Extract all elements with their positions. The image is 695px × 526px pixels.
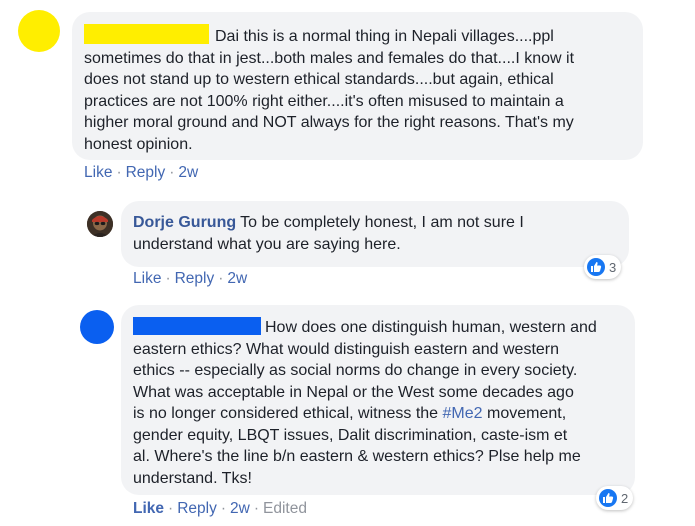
comment-bubble-3: How does one distinguish human, western … — [121, 305, 635, 495]
redacted-author-name[interactable] — [84, 24, 209, 44]
comment-1-line-4: practices are not 100% right either....i… — [84, 92, 564, 110]
comment-1-line-2: sometimes do that in jest...both males a… — [84, 49, 575, 67]
comment-2-actions: Like · Reply · 2w — [133, 270, 248, 287]
like-link[interactable]: Like — [133, 270, 161, 287]
comment-1-actions: Like · Reply · 2w — [84, 164, 199, 181]
comment-1-line-3: does not stand up to western ethical sta… — [84, 71, 554, 88]
comment-2-line-2: understand what you are saying here. — [133, 235, 401, 253]
avatar-redacted-blue[interactable] — [80, 310, 114, 344]
comment-bubble-1: Dai this is a normal thing in Nepali vil… — [72, 12, 643, 160]
comment-3-line-4: What was acceptable in Nepal or the West… — [133, 383, 574, 401]
comment-1-line-1: Dai this is a normal thing in Nepali vil… — [84, 24, 631, 48]
redacted-author-name[interactable] — [133, 317, 261, 335]
like-link[interactable]: Like — [84, 164, 112, 181]
comment-3-line-5: is no longer considered ethical, witness… — [133, 405, 567, 422]
comment-3-line-7: al. Where's the line b/n eastern & weste… — [133, 448, 581, 465]
comment-3-line-1: How does one distinguish human, western … — [133, 317, 623, 339]
like-icon — [587, 258, 605, 276]
profile-photo-icon — [87, 211, 113, 237]
edited-label[interactable]: Edited — [263, 500, 307, 517]
comment-1-line-6: honest opinion. — [84, 135, 193, 153]
like-link[interactable]: Like — [133, 500, 164, 517]
reaction-count: 3 — [609, 259, 617, 275]
reply-link[interactable]: Reply — [126, 164, 166, 181]
avatar-dorje-gurung[interactable] — [87, 211, 113, 237]
comment-1-line-5: higher moral ground and NOT always for t… — [84, 114, 574, 131]
reply-link[interactable]: Reply — [177, 500, 217, 517]
comment-3-line-8: understand. Tks! — [133, 469, 252, 487]
comment-2-line-1: Dorje Gurung To be completely honest, I a… — [133, 214, 524, 231]
timestamp-link[interactable]: 2w — [178, 164, 198, 181]
reply-link[interactable]: Reply — [175, 270, 215, 287]
timestamp-link[interactable]: 2w — [227, 270, 247, 287]
comment-3-actions: Like · Reply · 2w · Edited — [133, 500, 307, 517]
comment-bubble-2: Dorje Gurung To be completely honest, I a… — [121, 201, 629, 267]
reaction-count: 2 — [621, 490, 629, 506]
like-icon — [599, 489, 617, 507]
reaction-badge-2[interactable]: 3 — [584, 255, 622, 279]
comment-3-line-2: eastern ethics? What would distinguish e… — [133, 340, 560, 358]
comment-3-line-3: ethics -- especially as social norms do … — [133, 362, 578, 379]
hashtag-link[interactable]: #Me2 — [443, 405, 483, 422]
timestamp-link[interactable]: 2w — [230, 500, 250, 517]
author-name[interactable]: Dorje Gurung — [133, 214, 236, 231]
reaction-badge-3[interactable]: 2 — [596, 486, 634, 510]
avatar-redacted-yellow[interactable] — [18, 10, 60, 52]
comment-3-line-6: gender equity, LBQT issues, Dalit discri… — [133, 426, 568, 444]
